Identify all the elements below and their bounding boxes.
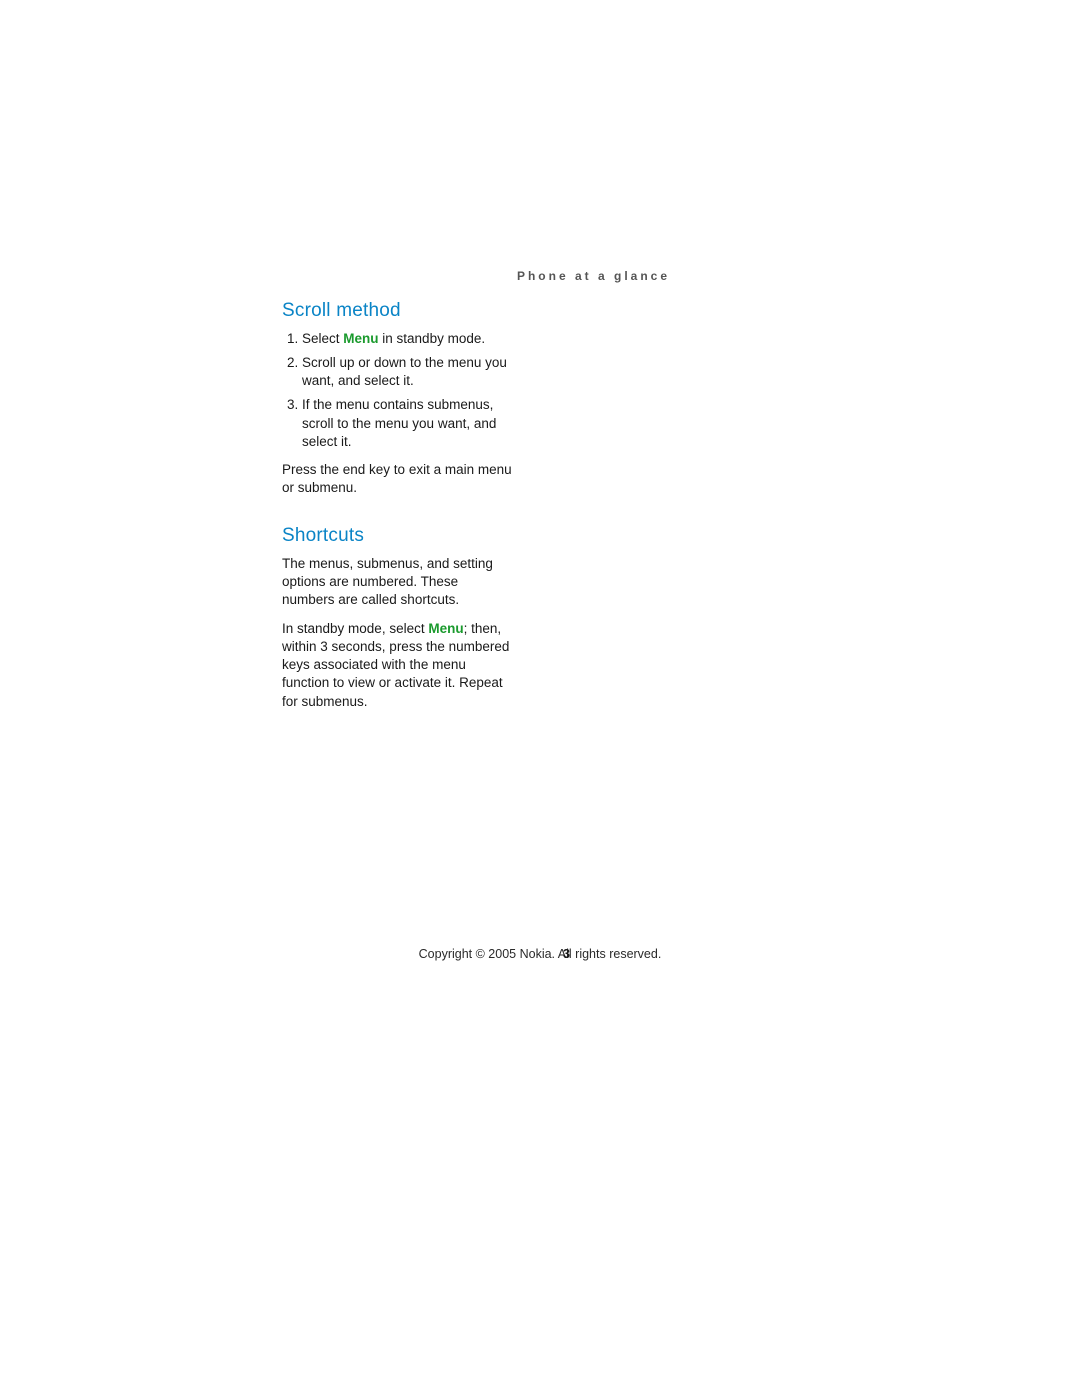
menu-keyword: Menu xyxy=(343,331,378,346)
page-number: 3 xyxy=(563,947,570,961)
scroll-step-2: Scroll up or down to the menu you want, … xyxy=(302,354,514,390)
document-page: Phone at a glance Scroll method Select M… xyxy=(0,0,1080,1397)
footer-copyright: Copyright © 2005 Nokia. All rights reser… xyxy=(0,947,1080,961)
scroll-step-1-post: in standby mode. xyxy=(379,331,486,346)
heading-scroll-method: Scroll method xyxy=(282,298,514,324)
page-content: Scroll method Select Menu in standby mod… xyxy=(282,298,514,721)
scroll-steps-list: Select Menu in standby mode. Scroll up o… xyxy=(282,330,514,451)
menu-keyword: Menu xyxy=(428,621,463,636)
scroll-step-1: Select Menu in standby mode. xyxy=(302,330,514,348)
scroll-note: Press the end key to exit a main menu or… xyxy=(282,461,514,497)
scroll-step-1-pre: Select xyxy=(302,331,343,346)
shortcuts-paragraph-2: In standby mode, select Menu; then, with… xyxy=(282,620,514,711)
shortcuts-p2-pre: In standby mode, select xyxy=(282,621,428,636)
heading-shortcuts: Shortcuts xyxy=(282,523,514,549)
running-head: Phone at a glance xyxy=(517,269,670,283)
scroll-step-3: If the menu contains submenus, scroll to… xyxy=(302,396,514,451)
shortcuts-paragraph-1: The menus, submenus, and setting options… xyxy=(282,555,514,610)
